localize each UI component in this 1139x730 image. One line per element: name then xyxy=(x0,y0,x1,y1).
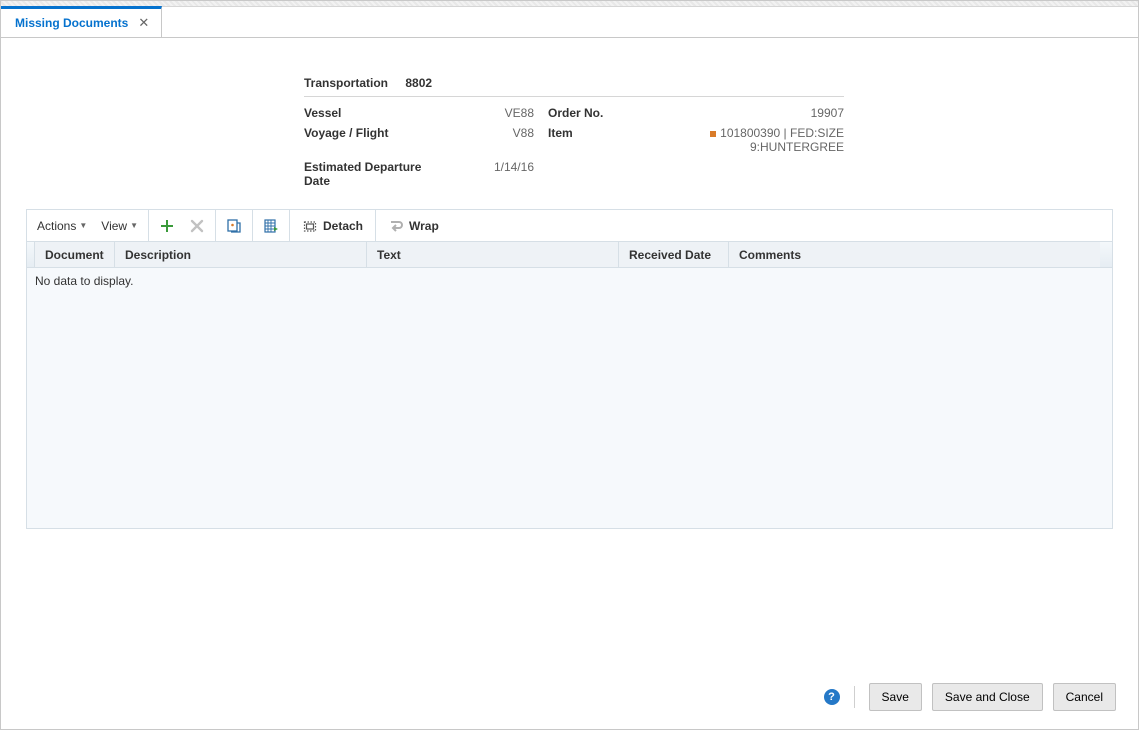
save-and-close-button[interactable]: Save and Close xyxy=(932,683,1043,711)
cancel-button[interactable]: Cancel xyxy=(1053,683,1116,711)
close-icon[interactable]: ✕ xyxy=(138,15,149,31)
data-grid: Actions▼ View▼ Detach xyxy=(26,209,1113,529)
item-value: 101800390 | FED:SIZE 9:HUNTERGREE xyxy=(618,126,844,154)
column-text[interactable]: Text xyxy=(367,242,619,267)
save-button[interactable]: Save xyxy=(869,683,922,711)
vessel-label: Vessel xyxy=(304,106,454,120)
etd-value: 1/14/16 xyxy=(454,160,534,188)
tab-bar: Missing Documents ✕ xyxy=(1,7,1138,38)
column-spacer xyxy=(1100,242,1112,267)
item-label: Item xyxy=(548,126,618,154)
column-received-date[interactable]: Received Date xyxy=(619,242,729,267)
vessel-value: VE88 xyxy=(454,106,534,120)
chevron-down-icon: ▼ xyxy=(130,221,138,230)
delete-icon[interactable] xyxy=(189,218,205,234)
title-label: Transportation xyxy=(304,76,388,90)
column-comments[interactable]: Comments xyxy=(729,242,1100,267)
etd-label: Estimated Departure Date xyxy=(304,160,454,188)
detach-button[interactable]: Detach xyxy=(290,210,376,241)
column-document[interactable]: Document xyxy=(35,242,115,267)
export-icon[interactable] xyxy=(263,218,279,234)
divider xyxy=(854,686,855,708)
voyage-value: V88 xyxy=(454,126,534,154)
row-selector-column[interactable] xyxy=(27,242,35,267)
actions-menu[interactable]: Actions▼ xyxy=(37,219,87,233)
flag-icon xyxy=(710,131,716,137)
order-no-label: Order No. xyxy=(548,106,618,120)
tab-missing-documents[interactable]: Missing Documents ✕ xyxy=(1,6,162,37)
add-icon[interactable] xyxy=(159,218,175,234)
column-header-row: Document Description Text Received Date … xyxy=(27,242,1112,268)
help-icon[interactable]: ? xyxy=(824,689,840,705)
grid-body: No data to display. xyxy=(27,268,1112,528)
title-value: 8802 xyxy=(405,76,432,90)
chevron-down-icon: ▼ xyxy=(79,221,87,230)
grid-toolbar: Actions▼ View▼ Detach xyxy=(27,210,1112,242)
wrap-button[interactable]: Wrap xyxy=(376,210,451,241)
view-menu[interactable]: View▼ xyxy=(101,219,138,233)
order-no-value: 19907 xyxy=(618,106,844,120)
attach-icon[interactable] xyxy=(226,218,242,234)
header-panel: Transportation 8802 Vessel VE88 Order No… xyxy=(304,76,844,191)
empty-message: No data to display. xyxy=(35,274,134,288)
footer-bar: ? Save Save and Close Cancel xyxy=(824,683,1116,711)
page-title: Transportation 8802 xyxy=(304,76,844,96)
voyage-label: Voyage / Flight xyxy=(304,126,454,154)
tab-label: Missing Documents xyxy=(15,16,128,30)
column-description[interactable]: Description xyxy=(115,242,367,267)
